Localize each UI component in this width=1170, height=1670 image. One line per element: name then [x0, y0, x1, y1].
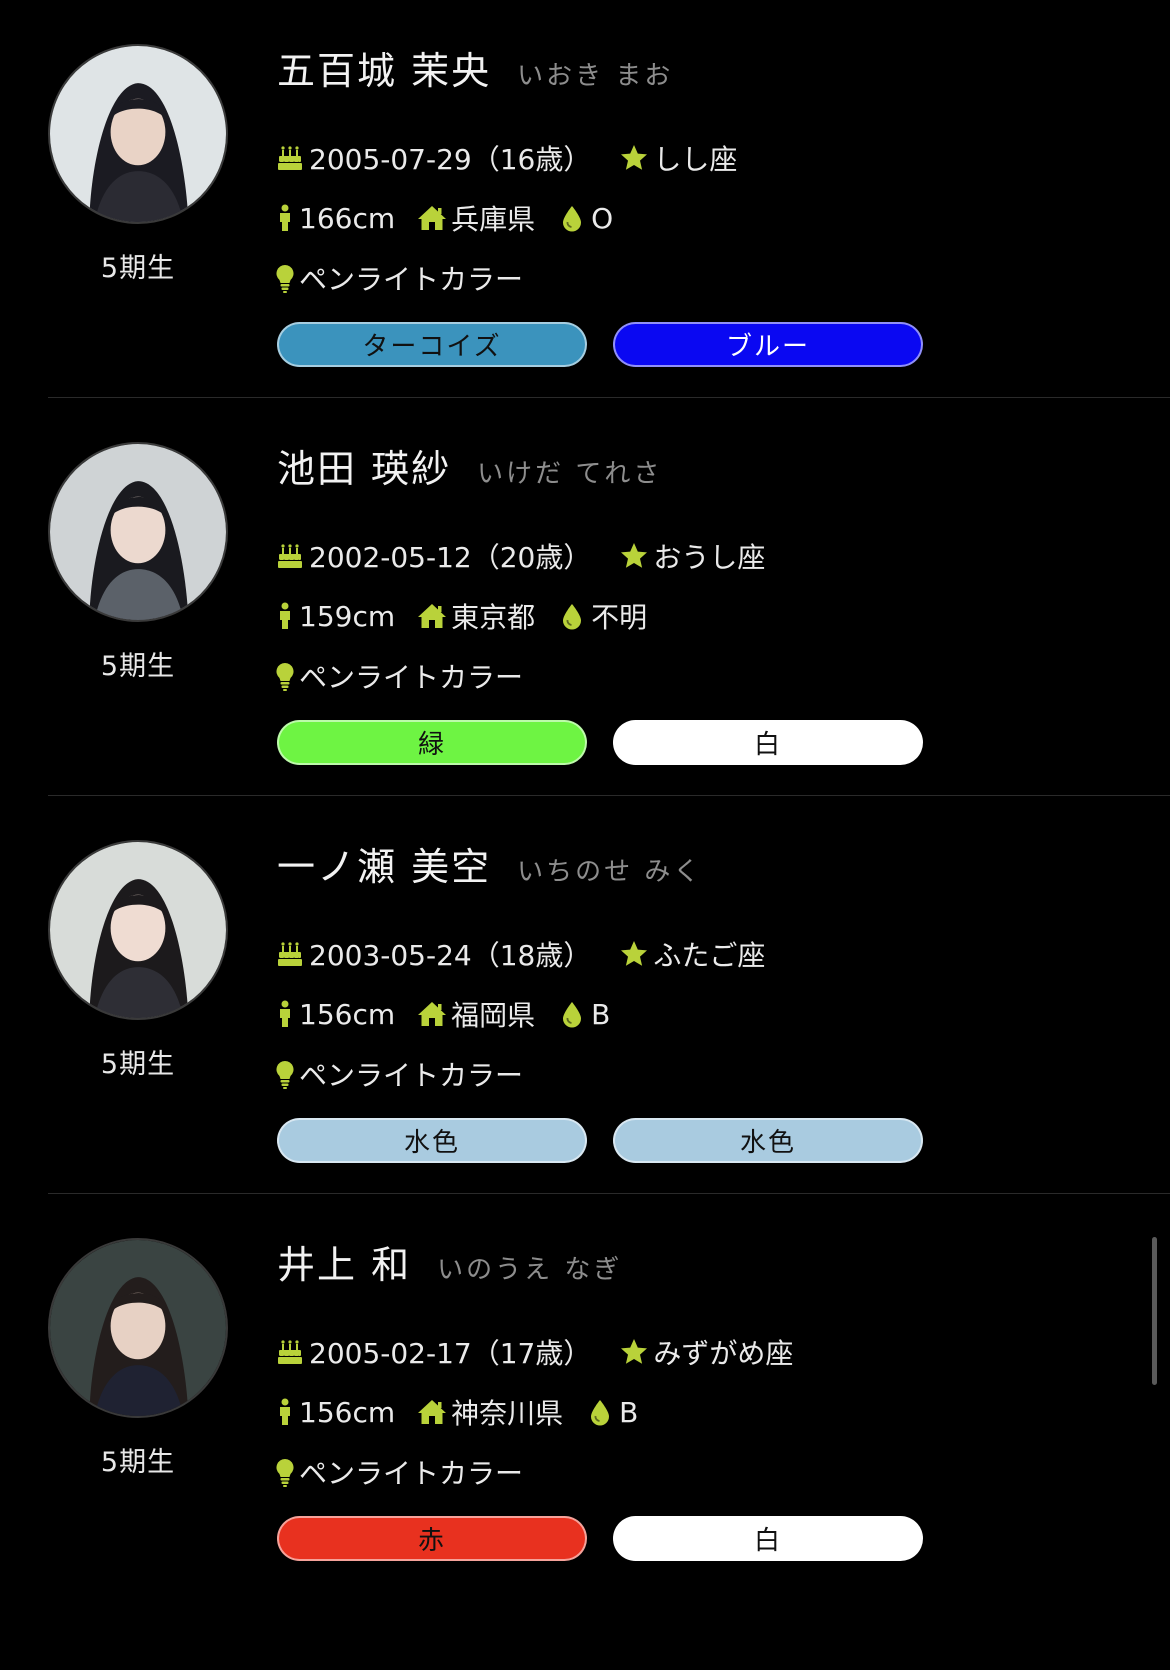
- penlight-row: ペンライトカラー: [275, 656, 523, 696]
- star-icon: [619, 143, 649, 173]
- cake-icon: [275, 939, 305, 969]
- height-value: 156cm: [299, 1395, 396, 1429]
- penlight-label: ペンライトカラー: [299, 263, 524, 296]
- member-kana: いのうえ なぎ: [437, 1255, 623, 1285]
- penlight-row: ペンライトカラー: [275, 1452, 523, 1492]
- hometown-value: 神奈川県: [451, 1397, 564, 1430]
- birthday-value: 2005-07-29（16歳）: [309, 143, 592, 176]
- name-row: 一ノ瀬 美空 いちのせ みく: [277, 836, 702, 891]
- blood-type-value: B: [591, 997, 611, 1031]
- drop-icon: [557, 601, 587, 631]
- generation-label: 5期生: [100, 1049, 176, 1080]
- cake-icon: [275, 1337, 305, 1367]
- bulb-icon: [275, 1059, 295, 1089]
- scrollbar[interactable]: [1152, 1237, 1157, 1385]
- penlight-color-pill: 赤: [277, 1516, 587, 1561]
- generation-label: 5期生: [100, 253, 176, 284]
- member-kana: いおき まお: [517, 61, 674, 91]
- profile-row: 156cm 神奈川県 B: [275, 1392, 638, 1432]
- height-value: 166cm: [299, 201, 396, 235]
- profile-row: 156cm 福岡県 B: [275, 994, 610, 1034]
- name-row: 井上 和 いのうえ なぎ: [277, 1234, 622, 1289]
- bulb-icon: [275, 263, 295, 293]
- height-value: 159cm: [299, 599, 396, 633]
- hometown-value: 福岡県: [451, 999, 536, 1032]
- zodiac-value: みずがめ座: [653, 1337, 794, 1370]
- home-icon: [417, 999, 447, 1029]
- birthday-row: 2003-05-24（18歳） ふたご座: [275, 934, 765, 974]
- drop-icon: [585, 1397, 615, 1427]
- drop-icon: [557, 999, 587, 1029]
- birthday-row: 2002-05-12（20歳） おうし座: [275, 536, 765, 576]
- birthday-value: 2003-05-24（18歳）: [309, 939, 592, 972]
- cake-icon: [275, 143, 305, 173]
- generation-label: 5期生: [100, 1447, 176, 1478]
- member-name: 五百城 茉央: [277, 49, 492, 93]
- profile-row: 159cm 東京都 不明: [275, 596, 647, 636]
- zodiac-value: しし座: [653, 143, 738, 176]
- member-name: 井上 和: [277, 1243, 412, 1287]
- member-card[interactable]: 5期生 井上 和 いのうえ なぎ 2005-02-17（17歳） みずがめ座 1…: [0, 1194, 1170, 1592]
- bulb-icon: [275, 1457, 295, 1487]
- name-row: 池田 瑛紗 いけだ てれさ: [277, 438, 662, 493]
- penlight-color-pill: 水色: [613, 1118, 923, 1163]
- zodiac-value: ふたご座: [653, 939, 766, 972]
- person-icon: [275, 1397, 295, 1427]
- person-icon: [275, 203, 295, 233]
- penlight-label: ペンライトカラー: [299, 1059, 524, 1092]
- home-icon: [417, 1397, 447, 1427]
- birthday-value: 2005-02-17（17歳）: [309, 1337, 592, 1370]
- penlight-label: ペンライトカラー: [299, 1457, 524, 1490]
- cake-icon: [275, 541, 305, 571]
- penlight-row: ペンライトカラー: [275, 1054, 523, 1094]
- home-icon: [417, 203, 447, 233]
- penlight-colors: 緑白: [277, 720, 949, 765]
- penlight-color-pill: ターコイズ: [277, 322, 587, 367]
- name-row: 五百城 茉央 いおき まお: [277, 40, 673, 95]
- member-photo[interactable]: [48, 840, 228, 1020]
- birthday-value: 2002-05-12（20歳）: [309, 541, 592, 574]
- star-icon: [619, 1337, 649, 1367]
- penlight-color-pill: ブルー: [613, 322, 923, 367]
- profile-row: 166cm 兵庫県 O: [275, 198, 613, 238]
- member-card[interactable]: 5期生 池田 瑛紗 いけだ てれさ 2002-05-12（20歳） おうし座 1…: [0, 398, 1170, 796]
- zodiac-value: おうし座: [653, 541, 766, 574]
- penlight-color-pill: 白: [613, 720, 923, 765]
- penlight-color-pill: 水色: [277, 1118, 587, 1163]
- star-icon: [619, 939, 649, 969]
- bulb-icon: [275, 661, 295, 691]
- member-kana: いけだ てれさ: [477, 459, 663, 489]
- member-list[interactable]: 5期生 五百城 茉央 いおき まお 2005-07-29（16歳） しし座 16…: [0, 0, 1170, 1670]
- member-photo[interactable]: [48, 1238, 228, 1418]
- home-icon: [417, 601, 447, 631]
- member-photo[interactable]: [48, 44, 228, 224]
- drop-icon: [557, 203, 587, 233]
- member-card[interactable]: 5期生 一ノ瀬 美空 いちのせ みく 2003-05-24（18歳） ふたご座 …: [0, 796, 1170, 1194]
- penlight-label: ペンライトカラー: [299, 661, 524, 694]
- member-name: 池田 瑛紗: [277, 447, 452, 491]
- penlight-colors: 水色 水色: [277, 1118, 949, 1163]
- generation-label: 5期生: [100, 651, 176, 682]
- penlight-colors: 赤白: [277, 1516, 949, 1561]
- height-value: 156cm: [299, 997, 396, 1031]
- penlight-color-pill: 白: [613, 1516, 923, 1561]
- member-name: 一ノ瀬 美空: [277, 845, 492, 889]
- blood-type-value: O: [591, 201, 614, 235]
- birthday-row: 2005-02-17（17歳） みずがめ座: [275, 1332, 793, 1372]
- person-icon: [275, 601, 295, 631]
- hometown-value: 兵庫県: [451, 203, 536, 236]
- hometown-value: 東京都: [451, 601, 536, 634]
- penlight-colors: ターコイズ ブルー: [277, 322, 949, 367]
- member-card[interactable]: 5期生 五百城 茉央 いおき まお 2005-07-29（16歳） しし座 16…: [0, 0, 1170, 398]
- blood-type-value: 不明: [591, 601, 648, 634]
- star-icon: [619, 541, 649, 571]
- penlight-color-pill: 緑: [277, 720, 587, 765]
- penlight-row: ペンライトカラー: [275, 258, 523, 298]
- birthday-row: 2005-07-29（16歳） しし座: [275, 138, 737, 178]
- person-icon: [275, 999, 295, 1029]
- member-photo[interactable]: [48, 442, 228, 622]
- blood-type-value: B: [619, 1395, 639, 1429]
- member-kana: いちのせ みく: [517, 857, 703, 887]
